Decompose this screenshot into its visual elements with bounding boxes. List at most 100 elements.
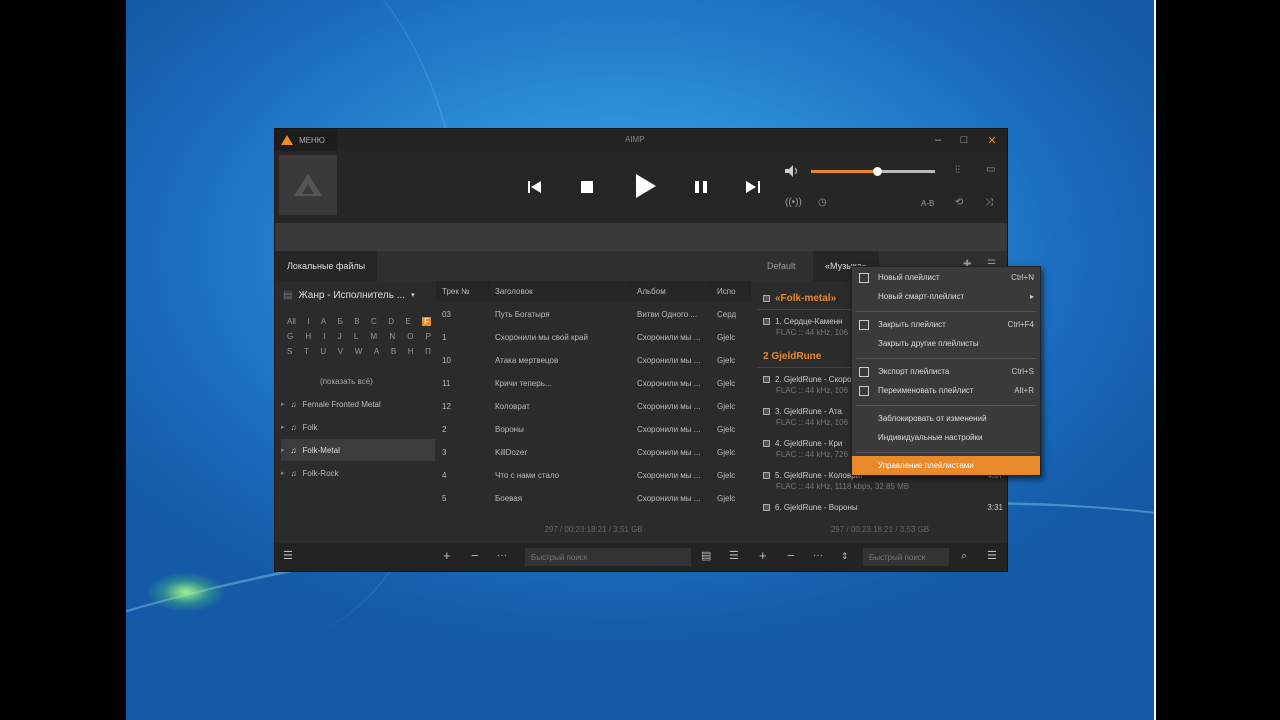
- expand-icon[interactable]: ▸: [281, 423, 285, 431]
- table-row[interactable]: 12 Коловрат Схоронили мы ... Gjelc: [436, 395, 751, 418]
- playlist-remove-icon[interactable]: −: [787, 549, 795, 563]
- alphabet-letter[interactable]: N: [389, 332, 395, 341]
- table-row[interactable]: 4 Что с нами стало Схоронили мы ... Gjelc: [436, 464, 751, 487]
- alphabet-letter[interactable]: I: [307, 317, 309, 326]
- alphabet-letter[interactable]: M: [370, 332, 377, 341]
- menu-item-lock-playlist[interactable]: Заблокировать от изменений: [852, 409, 1040, 428]
- column-artist[interactable]: Испо: [711, 281, 751, 301]
- ab-repeat-button[interactable]: A-B: [921, 199, 934, 208]
- alphabet-letter[interactable]: W: [355, 347, 363, 356]
- alphabet-letter[interactable]: T: [304, 347, 309, 356]
- column-track-number[interactable]: Трек №: [436, 281, 489, 301]
- close-button[interactable]: ✕: [979, 129, 1005, 151]
- equalizer-icon[interactable]: ⫶⫶: [955, 165, 960, 176]
- menu-item-close-playlist[interactable]: Закрыть плейлист Ctrl+F4: [852, 315, 1040, 334]
- show-all-link[interactable]: (показать всё): [320, 377, 373, 386]
- menu-button[interactable]: МЕНЮ: [275, 129, 337, 151]
- table-search-input[interactable]: Быстрый поиск: [525, 548, 691, 566]
- table-row[interactable]: 03 Путь Богатыря Витви Одного ... Серд: [436, 303, 751, 326]
- volume-icon[interactable]: [785, 165, 799, 177]
- playlist-search-input[interactable]: Быстрый поиск: [863, 548, 949, 566]
- play-button[interactable]: [629, 169, 663, 203]
- grouping-selector[interactable]: ▤ Жанр - Исполнитель ... ▾: [283, 287, 433, 303]
- group-checkbox[interactable]: [763, 294, 770, 302]
- alphabet-letter[interactable]: D: [388, 317, 394, 326]
- expand-icon[interactable]: ▸: [281, 469, 285, 477]
- menu-item-new-smart-playlist[interactable]: Новый смарт-плейлист ▸: [852, 287, 1040, 306]
- alphabet-letter[interactable]: A: [374, 347, 379, 356]
- item-checkbox[interactable]: [763, 376, 770, 384]
- alphabet-letter[interactable]: G: [287, 332, 293, 341]
- menu-item-manage-playlists[interactable]: Управление плейлистами: [852, 456, 1040, 475]
- table-row[interactable]: 11 Кричи теперь... Схоронили мы ... Gjelc: [436, 372, 751, 395]
- alphabet-letter[interactable]: J: [338, 332, 342, 341]
- alphabet-letter[interactable]: H: [305, 332, 311, 341]
- alphabet-letter[interactable]: P: [426, 332, 431, 341]
- timer-icon[interactable]: ◷: [818, 197, 827, 208]
- alphabet-letter-selected[interactable]: F: [422, 317, 431, 326]
- shuffle-icon[interactable]: ⤨: [985, 197, 993, 208]
- table-row[interactable]: 5 Боевая Схоронили мы ... Gjelc: [436, 487, 751, 510]
- genre-item[interactable]: ▸ ♫ Female Fronted Metal: [281, 393, 435, 415]
- add-icon[interactable]: +: [443, 549, 451, 563]
- toggle-library-icon[interactable]: ☰: [283, 549, 293, 563]
- next-track-button[interactable]: [739, 173, 767, 201]
- expand-icon[interactable]: ▸: [281, 400, 285, 408]
- item-checkbox[interactable]: [763, 408, 770, 416]
- maximize-button[interactable]: □: [951, 129, 977, 151]
- previous-track-button[interactable]: [521, 173, 549, 201]
- table-menu-icon[interactable]: ☰: [729, 549, 739, 563]
- playlist-subgroup-title[interactable]: 2 GjeldRune: [763, 351, 821, 362]
- playlist-add-icon[interactable]: +: [759, 549, 767, 563]
- table-row[interactable]: 2 Вороны Схоронили мы ... Gjelc: [436, 418, 751, 441]
- alphabet-letter[interactable]: E: [405, 317, 410, 326]
- genre-item[interactable]: ▸ ♫ Folk: [281, 416, 435, 438]
- alphabet-letter[interactable]: V: [338, 347, 343, 356]
- table-row[interactable]: 10 Атака мертвецов Схоронили мы ... Gjelc: [436, 349, 751, 372]
- playlist-group-title[interactable]: «Folk-metal»: [763, 293, 836, 304]
- volume-knob[interactable]: [872, 167, 882, 176]
- alphabet-letter[interactable]: L: [354, 332, 358, 341]
- column-album[interactable]: Альбом: [631, 281, 711, 301]
- table-row[interactable]: 3 KillDozer Схоронили мы ... Gjelc: [436, 441, 751, 464]
- playlist-menu-icon[interactable]: ☰: [987, 549, 997, 563]
- menu-item-individual-settings[interactable]: Индивидуальные настройки: [852, 428, 1040, 447]
- menu-item-rename-playlist[interactable]: Переименовать плейлист Alt+R: [852, 381, 1040, 400]
- alphabet-letter[interactable]: А: [321, 317, 326, 326]
- crossfade-icon[interactable]: ((•)): [785, 197, 802, 208]
- genre-item[interactable]: ▸ ♫ Folk-Rock: [281, 462, 435, 484]
- seek-bar[interactable]: [275, 223, 1007, 251]
- alphabet-letter[interactable]: I: [323, 332, 325, 341]
- minimize-button[interactable]: –: [925, 129, 951, 151]
- alphabet-letter[interactable]: С: [371, 317, 377, 326]
- tab-local-files[interactable]: Локальные файлы: [275, 251, 378, 281]
- alphabet-letter[interactable]: O: [407, 332, 413, 341]
- remove-icon[interactable]: −: [471, 549, 479, 563]
- menu-item-export-playlist[interactable]: Экспорт плейлиста Ctrl+S: [852, 362, 1040, 381]
- title-bar[interactable]: МЕНЮ AIMP – □ ✕: [275, 129, 1007, 151]
- menu-item-new-playlist[interactable]: Новый плейлист Ctrl+N: [852, 268, 1040, 287]
- repeat-icon[interactable]: ⟲: [955, 197, 963, 208]
- search-icon[interactable]: ⌕: [961, 549, 967, 563]
- menu-item-close-other-playlists[interactable]: Закрыть другие плейлисты: [852, 334, 1040, 353]
- item-checkbox[interactable]: [763, 472, 770, 480]
- view-mode-icon[interactable]: ▤: [701, 549, 711, 563]
- alphabet-letter[interactable]: Б: [338, 317, 343, 326]
- item-checkbox[interactable]: [763, 318, 770, 326]
- stop-button[interactable]: [573, 173, 601, 201]
- volume-slider[interactable]: [811, 167, 935, 176]
- genre-item-selected[interactable]: ▸ ♫ Folk-Metal: [281, 439, 435, 461]
- visualization-icon[interactable]: ▭: [986, 164, 995, 175]
- more-icon[interactable]: ···: [497, 549, 507, 563]
- table-row[interactable]: 1 Схоронили мы свой край Схоронили мы ... G…: [436, 326, 751, 349]
- pause-button[interactable]: [687, 173, 715, 201]
- expand-icon[interactable]: ▸: [281, 446, 285, 454]
- item-checkbox[interactable]: [763, 504, 770, 512]
- playlist-item[interactable]: 6. GjeldRune - Вороны 3:31: [763, 503, 1003, 512]
- sort-icon[interactable]: ⇕: [841, 549, 849, 563]
- alphabet-letter[interactable]: U: [320, 347, 326, 356]
- alphabet-letter[interactable]: П: [425, 347, 431, 356]
- alphabet-letter[interactable]: All: [287, 317, 296, 326]
- alphabet-letter[interactable]: H: [408, 347, 414, 356]
- playlist-more-icon[interactable]: ···: [813, 549, 823, 563]
